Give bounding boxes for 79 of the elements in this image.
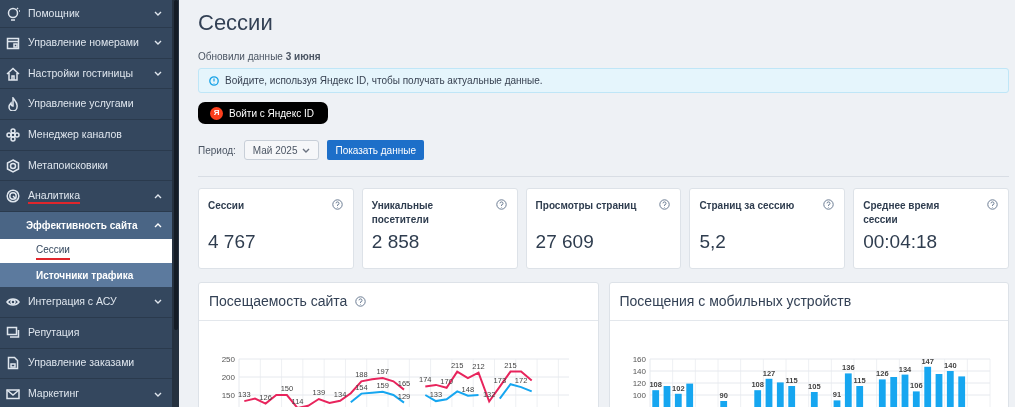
chevron-down-icon (302, 147, 311, 153)
axis-tick-label: 150 (221, 391, 235, 400)
period-select[interactable]: Май 2025 (243, 140, 320, 160)
bar (946, 371, 954, 407)
metric-label: Просмотры страниц (535, 199, 638, 213)
target-icon (6, 189, 20, 204)
bar (833, 400, 840, 407)
metric-value: 00:04:18 (863, 231, 938, 253)
chart-title: Посещаемость сайта (209, 292, 348, 311)
scrollbar[interactable] (172, 0, 179, 407)
axis-tick-label: 100 (632, 391, 646, 400)
metric-label: Страниц за сессию (699, 199, 796, 213)
bar (923, 366, 931, 407)
sidebar-item[interactable]: Управление заказами (28, 356, 135, 369)
bar (787, 386, 795, 407)
sidebar-item[interactable]: Настройки гостиницы (28, 66, 133, 79)
document-icon (6, 356, 20, 371)
axis-tick-label: 250 (221, 355, 235, 364)
bar (776, 382, 784, 407)
axis-tick-label: 160 (632, 355, 646, 364)
axis-tick-label: 200 (221, 373, 235, 382)
bar (719, 401, 727, 407)
bar (651, 390, 659, 407)
hexagon-icon (6, 158, 20, 173)
bar (935, 374, 942, 407)
help-icon (823, 199, 835, 210)
metric-value: 4 767 (208, 231, 256, 253)
show-data-button[interactable]: Показать данные (327, 140, 424, 160)
period-label: Период: (198, 143, 236, 158)
bar (663, 386, 670, 407)
page-title: Сессии (198, 9, 274, 37)
sidebar-item[interactable]: Управление номерами (28, 35, 139, 48)
help-icon (659, 199, 671, 210)
submenu-item[interactable]: Источники трафика (0, 263, 172, 288)
sidebar-item[interactable]: Помощник (28, 6, 80, 19)
sidebar-item[interactable]: Интеграция с АСУ (28, 295, 117, 308)
bar (957, 376, 965, 407)
yandex-login-button[interactable]: Я Войти с Яндекс ID (198, 102, 328, 124)
envelope-icon (6, 387, 20, 402)
logo-icon: Я (210, 106, 223, 120)
chat-icon (6, 325, 20, 340)
flower-icon (6, 127, 20, 142)
help-icon (987, 199, 998, 210)
help-icon (331, 199, 343, 210)
sidebar-item[interactable]: Аналитика (28, 189, 80, 205)
bar (901, 374, 908, 407)
bar (878, 379, 886, 407)
sidebar-item[interactable]: Метапоисковики (28, 158, 108, 171)
metric-label: Среднее время сессии (863, 199, 941, 227)
bar (685, 383, 693, 407)
alert-text: Войдите, используя Яндекс ID, чтобы получать актуальные данные. (225, 74, 543, 88)
bar (889, 377, 897, 407)
sidebar-item[interactable]: Менеджер каналов (28, 128, 122, 141)
bar (810, 392, 818, 407)
metric-value: 5,2 (699, 231, 726, 253)
bulb-icon (6, 6, 20, 21)
metric-value: 27 609 (535, 231, 594, 253)
metric-label: Уникальные посетители (371, 199, 435, 227)
chart-title: Посещения с мобильных устройств (619, 292, 852, 311)
info-icon (209, 75, 219, 86)
bar (844, 373, 852, 407)
bar (912, 391, 920, 407)
sidebar-item[interactable]: Управление услугами (28, 97, 134, 110)
bar (753, 390, 761, 407)
flame-icon (6, 97, 20, 112)
house-icon (6, 66, 20, 81)
metric-label: Сессии (208, 199, 246, 213)
bar (765, 378, 772, 407)
axis-tick-label: 140 (632, 367, 646, 376)
update-note: Обновили данные 3 июня (198, 50, 322, 63)
submenu-item[interactable]: Сессии (0, 239, 172, 264)
bar (674, 393, 682, 407)
bar (855, 386, 863, 407)
calendar-icon (6, 35, 20, 50)
sidebar-item[interactable]: Репутация (28, 325, 80, 338)
help-icon (495, 199, 507, 210)
axis-tick-label: 120 (632, 379, 646, 388)
sidebar-item[interactable]: Маркетинг (28, 387, 80, 400)
metric-value: 2 858 (371, 231, 420, 253)
